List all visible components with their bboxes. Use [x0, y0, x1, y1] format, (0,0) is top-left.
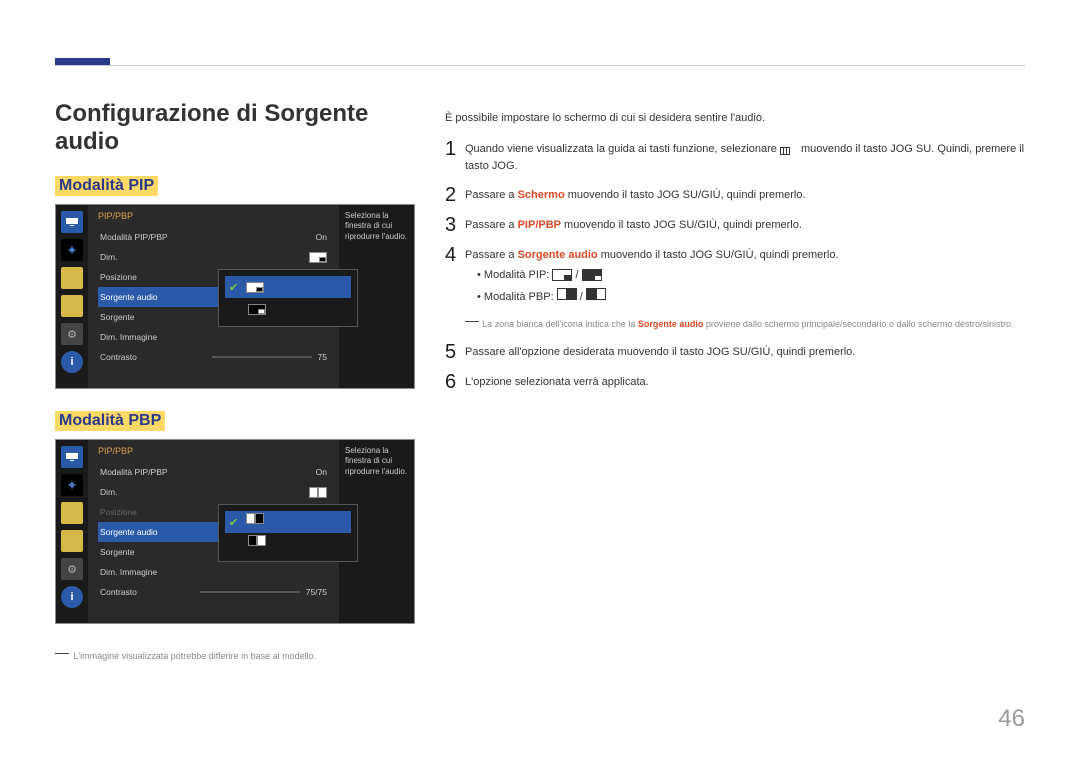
popup-pip: ✔	[218, 269, 358, 327]
osd-sidebar: ✦ ⚙ i	[56, 440, 88, 623]
menu-row-imgsize: Dim. Immagine	[98, 562, 329, 582]
subtitle-pbp: Modalità PBP	[55, 411, 165, 431]
check-icon: ✔	[229, 516, 238, 529]
pbp-icon-right	[586, 288, 606, 307]
slider-track	[212, 356, 312, 358]
osd-title: PIP/PBP	[98, 446, 329, 456]
menu-row-mode: Modalità PIP/PBPOn	[98, 227, 329, 247]
pbp-option-right-icon	[248, 535, 266, 553]
monitor-icon	[61, 446, 83, 468]
pbp-icon-left	[557, 288, 577, 307]
page-number: 46	[998, 705, 1025, 733]
right-column: È possibile impostare lo schermo di cui …	[445, 60, 1025, 664]
step-3: 3 Passare a PIP/PBP muovendo il tasto JO…	[445, 214, 1025, 236]
menu-row-contrast: Contrasto75/75	[98, 582, 329, 602]
tab-icon-2	[61, 530, 83, 552]
slider-track	[200, 591, 300, 593]
step-5: 5 Passare all'opzione desiderata muovend…	[445, 341, 1025, 363]
bullet-pip: • Modalità PIP: /	[477, 267, 1025, 285]
osd-sidebar: ✦ ⚙ i	[56, 205, 88, 388]
check-icon: ✔	[229, 281, 238, 294]
menu-grid-icon	[780, 144, 798, 154]
page-title: Configurazione di Sorgente audio	[55, 100, 415, 156]
tab-icon-1	[61, 267, 83, 289]
pbp-option-left-icon	[246, 513, 264, 531]
tab-icon-1	[61, 502, 83, 524]
icon-note: La zona bianca dell'icona indica che la …	[482, 319, 1014, 329]
pip-option-main-icon	[246, 282, 264, 293]
popup-pbp: ✔	[218, 504, 358, 562]
pip-icon-sub	[582, 269, 602, 281]
osd-pip: ✦ ⚙ i PIP/PBP Modalità PIP/PBPOn Dim. Po…	[55, 204, 415, 389]
menu-row-imgsize: Dim. Immagine	[98, 327, 329, 347]
tab-icon-2	[61, 295, 83, 317]
footnote: L'immagine visualizzata potrebbe differi…	[73, 651, 316, 661]
menu-row-contrast: Contrasto75	[98, 347, 329, 367]
pip-size-icon	[309, 252, 327, 263]
intro-text: È possibile impostare lo schermo di cui …	[445, 110, 1025, 128]
step-2: 2 Passare a Schermo muovendo il tasto JO…	[445, 184, 1025, 206]
menu-row-dim: Dim.	[98, 247, 329, 267]
osd-menu: PIP/PBP Modalità PIP/PBPOn Dim. Posizion…	[88, 440, 339, 623]
menu-row-mode: Modalità PIP/PBPOn	[98, 462, 329, 482]
popup-option-1: ✔	[225, 276, 351, 298]
osd-pbp: ✦ ⚙ i PIP/PBP Modalità PIP/PBPOn Dim. Po…	[55, 439, 415, 624]
popup-option-2	[225, 533, 351, 555]
step-6: 6 L'opzione selezionata verrà applicata.	[445, 371, 1025, 393]
left-column: Configurazione di Sorgente audio Modalit…	[55, 60, 415, 664]
osd-title: PIP/PBP	[98, 211, 329, 221]
osd-menu: PIP/PBP Modalità PIP/PBPOn Dim. Posizion…	[88, 205, 339, 388]
info-icon: i	[61, 586, 83, 608]
gear-icon: ⚙	[61, 558, 83, 580]
menu-row-dim: Dim.	[98, 482, 329, 502]
step-4: 4 Passare a Sorgente audio muovendo il t…	[445, 244, 1025, 334]
info-icon: i	[61, 351, 83, 373]
pbp-size-icon	[309, 487, 327, 498]
gear-icon: ⚙	[61, 323, 83, 345]
step-1: 1 Quando viene visualizzata la guida ai …	[445, 138, 1025, 176]
monitor-icon	[61, 211, 83, 233]
pip-icon-main	[552, 269, 572, 281]
nav-icon: ✦	[61, 474, 83, 496]
note-dash: ―	[55, 644, 69, 660]
popup-option-1: ✔	[225, 511, 351, 533]
bullet-pbp: • Modalità PBP: /	[477, 288, 1025, 307]
popup-option-2	[225, 298, 351, 320]
nav-icon: ✦	[61, 239, 83, 261]
pip-option-sub-icon	[248, 304, 266, 315]
subtitle-pip: Modalità PIP	[55, 176, 158, 196]
header-rule	[55, 65, 1025, 66]
